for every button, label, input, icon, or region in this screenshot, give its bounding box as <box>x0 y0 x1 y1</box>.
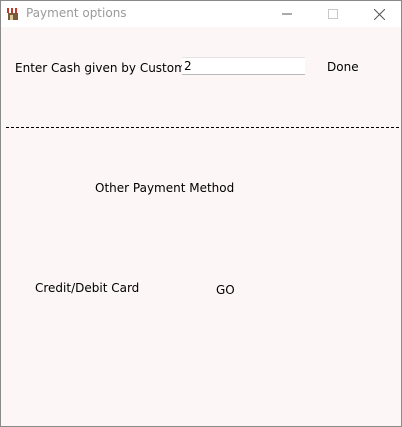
shop-awning-icon <box>7 8 19 20</box>
cash-given-input[interactable] <box>182 57 305 75</box>
minimize-icon <box>282 13 292 15</box>
minimize-button[interactable] <box>264 1 310 27</box>
cash-given-label: Enter Cash given by Customer : <box>15 61 206 75</box>
payment-options-window: Payment options Enter Cash given by Cust… <box>0 0 402 427</box>
title-bar[interactable]: Payment options <box>1 1 401 27</box>
maximize-icon <box>328 9 338 19</box>
done-button[interactable]: Done <box>327 60 359 74</box>
credit-debit-card-button[interactable]: Credit/Debit Card <box>35 281 139 295</box>
maximize-button[interactable] <box>310 1 356 27</box>
other-payment-method-label: Other Payment Method <box>95 181 235 195</box>
close-icon <box>373 8 385 20</box>
dashed-separator <box>6 127 399 128</box>
go-button[interactable]: GO <box>216 283 235 297</box>
window-title: Payment options <box>26 6 127 20</box>
close-button[interactable] <box>356 1 402 27</box>
